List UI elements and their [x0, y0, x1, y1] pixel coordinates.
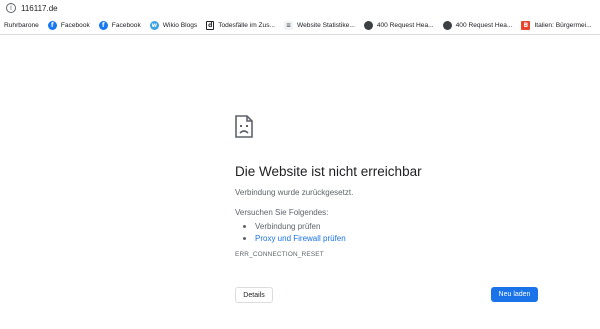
suggestion-item[interactable]: Proxy und Firewall prüfen [243, 232, 346, 244]
wikio-icon: w [149, 20, 159, 30]
bookmark-label: Italien: Bürgermei... [534, 21, 592, 29]
suggestion-item: Verbindung prüfen [243, 220, 346, 232]
bookmark-website-statistiken[interactable]: ≡ Website Statistike... [284, 20, 355, 30]
website-stats-icon: ≡ [284, 20, 294, 30]
info-icon[interactable]: i [6, 3, 16, 13]
bullet-icon [243, 224, 246, 228]
url-text[interactable]: 116117.de [21, 4, 58, 13]
facebook-icon: f [47, 20, 57, 30]
bookmark-facebook-2[interactable]: f Facebook [98, 20, 141, 30]
bookmarks-bar: Ruhrbarone f Facebook f Facebook w Wikio… [0, 16, 600, 35]
error-reason: Verbindung wurde zurückgesetzt. [235, 188, 354, 197]
suggestion-text: Verbindung prüfen [255, 221, 321, 231]
bookmark-ruhrbarone[interactable]: Ruhrbarone [4, 22, 39, 29]
b-icon: B [521, 20, 531, 30]
facebook-icon: f [98, 20, 108, 30]
error-code: ERR_CONNECTION_RESET [235, 251, 324, 258]
reload-button[interactable]: Neu laden [491, 287, 538, 302]
bookmark-label: 400 Request Hea... [376, 21, 434, 29]
bookmark-400-request-1[interactable]: 400 Request Hea... [363, 20, 434, 30]
page-title: Die Website ist nicht erreichbar [235, 164, 422, 179]
bookmark-label: Facebook [111, 21, 141, 29]
details-button[interactable]: Details [235, 287, 273, 303]
d-icon: d [206, 20, 215, 30]
bookmark-italien[interactable]: B Italien: Bürgermei... [521, 20, 592, 30]
proxy-firewall-link[interactable]: Proxy und Firewall prüfen [255, 234, 346, 243]
globe-icon [442, 20, 452, 30]
bookmark-label: Ruhrbarone [4, 21, 39, 29]
bookmark-label: Facebook [60, 21, 90, 29]
bookmark-label: 400 Request Hea... [455, 21, 513, 29]
globe-icon [363, 20, 373, 30]
bookmark-todesfaelle[interactable]: d Todesfälle im Zus... [206, 20, 276, 30]
bookmark-400-request-2[interactable]: 400 Request Hea... [442, 20, 513, 30]
bookmark-label: Todesfälle im Zus... [218, 21, 276, 29]
bookmark-wikio-blogs[interactable]: w Wikio Blogs [149, 20, 198, 30]
address-bar[interactable]: i 116117.de [0, 0, 600, 16]
suggestions-list: Verbindung prüfen Proxy und Firewall prü… [243, 220, 346, 244]
bookmark-label: Website Statistike... [297, 21, 355, 29]
sad-page-icon [235, 115, 253, 138]
bookmark-facebook[interactable]: f Facebook [47, 20, 90, 30]
bullet-icon [243, 236, 246, 240]
bookmark-label: Wikio Blogs [162, 21, 198, 29]
suggestions-label: Versuchen Sie Folgendes: [235, 208, 329, 217]
